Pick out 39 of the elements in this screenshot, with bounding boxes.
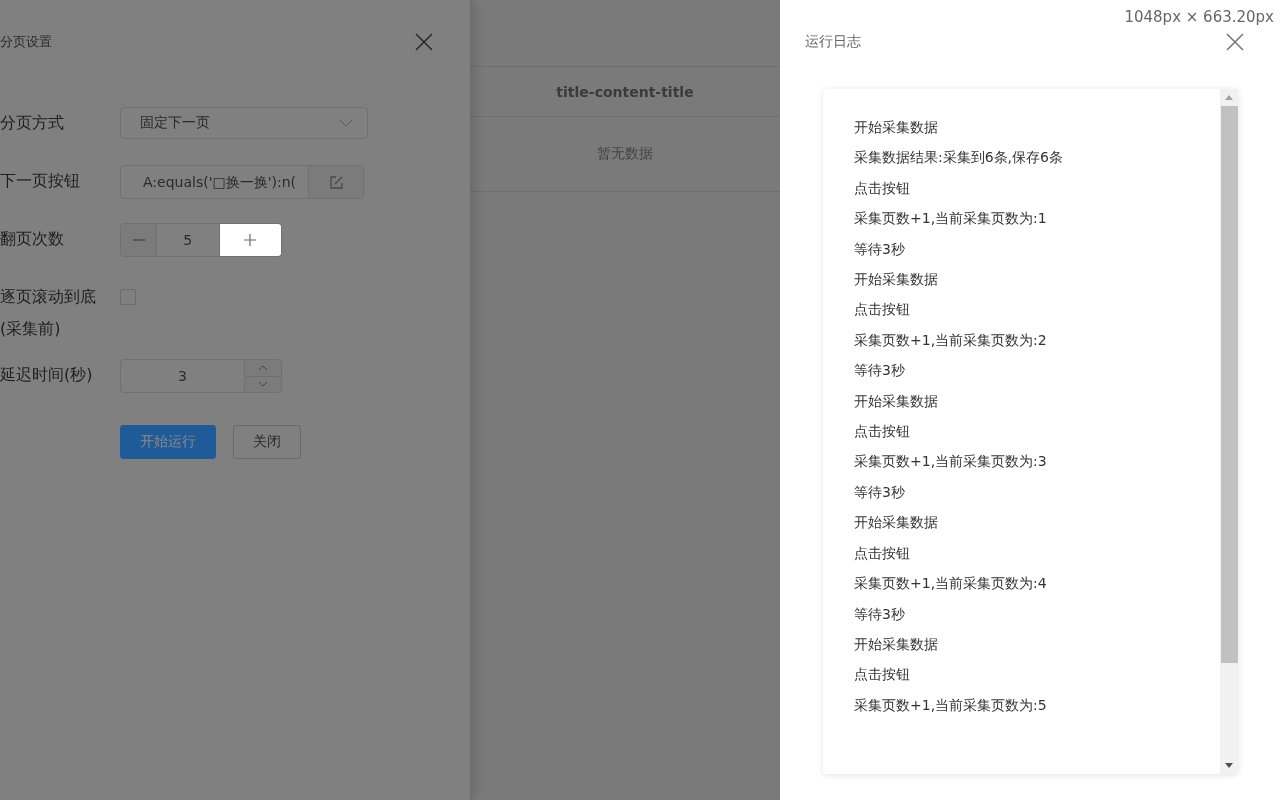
log-entry: 点击按钮 xyxy=(854,423,910,441)
log-entry: 采集页数+1,当前采集页数为:5 xyxy=(854,696,1047,715)
select-field[interactable]: 固定下一页 xyxy=(120,107,368,139)
scroll-up-icon xyxy=(1225,95,1233,100)
log-entry: 采集页数+1,当前采集页数为:4 xyxy=(854,575,1047,593)
log-entry: 等待3秒 xyxy=(854,240,905,259)
close-icon[interactable] xyxy=(1226,33,1244,51)
scrollbar[interactable] xyxy=(1220,89,1238,774)
log-entry: 开始采集数据 xyxy=(854,119,938,137)
field-label: 延迟时间(秒) xyxy=(0,364,94,386)
log-entry: 开始采集数据 xyxy=(854,271,938,289)
log-entry: 采集页数+1,当前采集页数为:2 xyxy=(854,331,1047,350)
drawer-title: 运行日志 xyxy=(805,33,861,51)
run-button[interactable]: 开始运行 xyxy=(120,425,216,459)
log-entry: 采集页数+1,当前采集页数为:1 xyxy=(854,210,1047,228)
log-entry: 开始采集数据 xyxy=(854,514,938,532)
scroll-down-icon xyxy=(1225,763,1233,768)
field-label: 分页方式 xyxy=(0,112,65,134)
log-entry: 点击按钮 xyxy=(854,179,910,198)
close-button[interactable]: 关闭 xyxy=(233,425,301,459)
log-entry: 等待3秒 xyxy=(854,605,905,623)
log-entry: 点击按钮 xyxy=(854,666,910,684)
drawer-title: 分页设置 xyxy=(0,33,52,51)
log-entry: 开始采集数据 xyxy=(854,635,938,654)
field-label: 逐页滚动到底(采集前) xyxy=(0,286,97,340)
log-entry: 点击按钮 xyxy=(854,301,910,319)
log-entry: 开始采集数据 xyxy=(854,392,938,411)
log-entry: 采集页数+1,当前采集页数为:3 xyxy=(854,453,1047,471)
size-indicator: 1048px × 663.20px xyxy=(1124,8,1274,26)
log-entry: 点击按钮 xyxy=(854,544,910,563)
log-entry: 采集数据结果:采集到6条,保存6条 xyxy=(854,149,1063,167)
log-entry: 等待3秒 xyxy=(854,483,905,502)
field-label: 下一页按钮 xyxy=(0,170,81,192)
field-label: 翻页次数 xyxy=(0,228,65,250)
close-icon[interactable] xyxy=(415,33,433,51)
chevron-down-icon xyxy=(339,119,353,127)
column-header: title-content-title xyxy=(556,83,694,100)
log-entry: 等待3秒 xyxy=(854,362,905,380)
scrollbar-thumb[interactable] xyxy=(1220,106,1238,663)
